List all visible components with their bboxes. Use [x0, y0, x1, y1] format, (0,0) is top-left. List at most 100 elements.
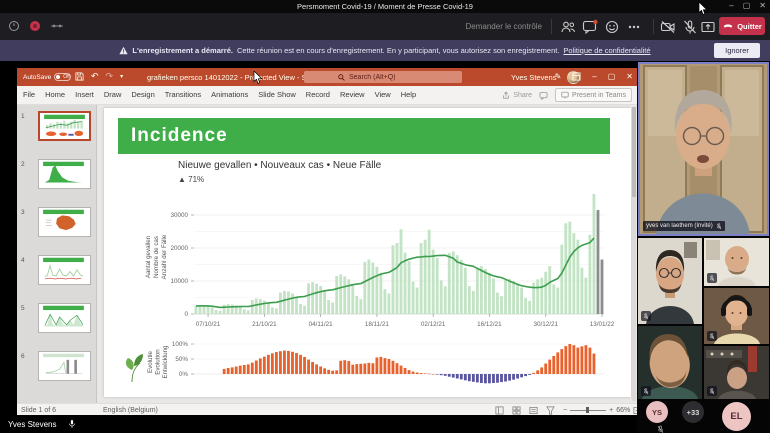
request-control-button[interactable]: Demander le contrôle — [466, 22, 542, 31]
redo-button[interactable]: ↷ — [106, 71, 114, 82]
participant-mic-off-icon — [641, 386, 651, 396]
presenter-mic-icon — [68, 419, 76, 429]
recording-banner-message: Cette réunion est en cours d'enregistrem… — [237, 46, 559, 55]
canvas-scrollbar[interactable] — [632, 107, 636, 401]
thumbnail-number: 3 — [21, 209, 25, 216]
ribbon-tab-review[interactable]: Review — [340, 90, 365, 99]
reading-view-button[interactable] — [529, 406, 538, 415]
qat-dropdown-icon[interactable]: ▾ — [120, 73, 123, 80]
speaker-mic-off-icon — [716, 223, 722, 230]
ribbon-tab-design[interactable]: Design — [131, 90, 154, 99]
slide-thumbnail-3[interactable] — [38, 207, 91, 237]
ribbon-tab-file[interactable]: File — [23, 90, 35, 99]
svg-text:16/12/21: 16/12/21 — [477, 321, 502, 328]
ribbon-tab-animations[interactable]: Animations — [211, 90, 248, 99]
reactions-button[interactable] — [604, 19, 620, 35]
ribbon-tab-transitions[interactable]: Transitions — [165, 90, 201, 99]
timer-icon — [8, 20, 20, 32]
ribbon-display-button[interactable] — [572, 72, 581, 81]
participant-mic-off-icon — [707, 273, 717, 283]
ppt-search-box[interactable] — [304, 71, 462, 83]
slide-thumbnail-5[interactable] — [38, 303, 91, 333]
slide-thumbnail-panel: 1 2 3 4 — [17, 105, 97, 403]
avatar-overflow-count[interactable]: +33 — [682, 401, 704, 423]
draw-pen-icon[interactable]: ✎ — [555, 72, 562, 81]
privacy-policy-link[interactable]: Politique de confidentialité — [563, 46, 650, 55]
camera-off-button[interactable] — [660, 19, 676, 35]
zoom-in-button[interactable]: + — [609, 407, 613, 414]
phone-hangup-icon — [722, 22, 734, 30]
record-indicator-icon — [29, 20, 41, 32]
thumbnail-5-graphic — [39, 304, 88, 330]
teams-toolbar: Demander le contrôle Quitter — [0, 13, 770, 40]
svg-text:Evolution: Evolution — [155, 349, 162, 375]
slide-title-banner: Incidence — [118, 118, 610, 154]
comments-button[interactable] — [539, 91, 548, 100]
ppt-minimize-button[interactable]: – — [592, 72, 596, 81]
ribbon-tab-insert[interactable]: Insert — [75, 90, 94, 99]
ppt-user-name[interactable]: Yves Stevens — [511, 73, 556, 82]
participant-tile-man-closeup[interactable] — [638, 326, 702, 399]
ignore-button[interactable]: Ignorer — [714, 43, 760, 58]
save-button[interactable] — [75, 72, 84, 81]
language-indicator[interactable]: English (Belgium) — [103, 407, 158, 414]
ribbon-tab-draw[interactable]: Draw — [104, 90, 122, 99]
mic-off-button[interactable] — [682, 19, 698, 35]
ribbon-tab-home[interactable]: Home — [45, 90, 65, 99]
svg-text:100%: 100% — [172, 341, 189, 348]
chat-button[interactable] — [582, 19, 598, 35]
minimize-button[interactable]: – — [729, 1, 733, 10]
participant-tile-bald-man[interactable] — [704, 238, 769, 286]
ribbon-tab-record[interactable]: Record — [306, 90, 330, 99]
participant-tile-man-glasses[interactable] — [638, 238, 702, 324]
slide-canvas: Incidence Nieuwe gevallen • Nouveaux cas… — [97, 105, 637, 403]
present-in-teams-button[interactable]: Present in Teams — [555, 88, 632, 102]
svg-text:21/10/21: 21/10/21 — [252, 321, 277, 328]
ribbon-tab-slide-show[interactable]: Slide Show — [258, 90, 296, 99]
svg-text:02/12/21: 02/12/21 — [421, 321, 446, 328]
quitter-button[interactable]: Quitter — [719, 17, 765, 35]
share-button[interactable]: Share — [502, 91, 532, 99]
share-screen-button[interactable] — [700, 19, 716, 35]
participant-tile-woman-headphones[interactable] — [704, 288, 769, 344]
zoom-out-button[interactable]: − — [563, 407, 567, 414]
present-icon — [561, 91, 569, 99]
participant-tile-woman-office[interactable] — [704, 346, 769, 399]
more-options-button[interactable] — [626, 19, 642, 35]
zoom-percent[interactable]: 66% — [616, 407, 630, 414]
slide-thumbnail-2[interactable] — [38, 159, 91, 189]
slide-thumbnail-4[interactable] — [38, 255, 91, 285]
participants-button[interactable] — [560, 19, 576, 35]
slide-thumbnail-1[interactable] — [38, 111, 91, 141]
ribbon-tab-view[interactable]: View — [375, 90, 391, 99]
ribbon-tab-help[interactable]: Help — [401, 90, 416, 99]
ppt-close-button[interactable]: ✕ — [626, 72, 633, 81]
svg-text:Nombre de cas: Nombre de cas — [153, 236, 160, 278]
call-health-icon — [50, 21, 64, 31]
normal-view-button[interactable] — [495, 406, 504, 415]
slide-indicator: Slide 1 of 6 — [21, 407, 56, 414]
maximize-button[interactable]: ▢ — [743, 1, 751, 10]
avatar-ys[interactable]: YS — [646, 401, 668, 423]
svg-text:Aantal gevallen: Aantal gevallen — [145, 235, 152, 278]
slide-title: Incidence — [131, 125, 228, 147]
search-input[interactable] — [349, 74, 459, 81]
slide-delta-value: ▲ 71% — [178, 175, 204, 184]
share-icon — [502, 91, 510, 99]
ppt-maximize-button[interactable]: ▢ — [608, 72, 616, 81]
recording-banner-title: L'enregistrement a démarré. — [132, 46, 233, 55]
chat-notification-badge — [593, 20, 597, 24]
slide-sorter-button[interactable] — [512, 406, 521, 415]
slideshow-view-button[interactable] — [546, 406, 555, 415]
close-button[interactable]: ✕ — [759, 1, 766, 10]
undo-button[interactable]: ↶ — [91, 71, 99, 82]
svg-text:07/10/21: 07/10/21 — [196, 321, 221, 328]
slide-thumbnail-6[interactable] — [38, 351, 91, 381]
autosave-toggle[interactable]: AutoSave Off — [23, 73, 71, 81]
svg-text:04/11/21: 04/11/21 — [309, 321, 334, 328]
leaf-logo — [126, 354, 143, 382]
avatar-el[interactable]: EL — [722, 402, 751, 431]
main-speaker-tile[interactable]: yves van laethem (Invité) — [638, 62, 769, 236]
ppt-statusbar: Slide 1 of 6 English (Belgium) − + 66% — [17, 403, 637, 415]
zoom-slider[interactable] — [570, 410, 606, 411]
